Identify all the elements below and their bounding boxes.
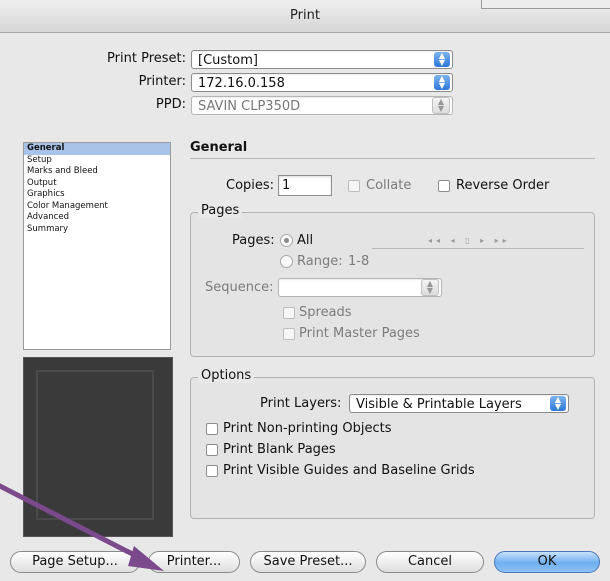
- pages-range-label: Range:: [297, 254, 343, 269]
- page-setup-button[interactable]: Page Setup...: [10, 551, 140, 573]
- category-item-output[interactable]: Output: [24, 178, 170, 190]
- print-preset-label: Print Preset:: [107, 51, 186, 66]
- print-blank-pages-checkbox[interactable]: [206, 444, 218, 456]
- print-blank-pages-label: Print Blank Pages: [223, 442, 336, 457]
- printer-button[interactable]: Printer...: [148, 551, 240, 573]
- print-preview: [23, 357, 173, 537]
- collate-checkbox: [348, 180, 360, 192]
- copies-label: Copies:: [226, 178, 275, 193]
- print-layers-popup[interactable]: Visible & Printable Layers ▲ ▼: [349, 394, 569, 413]
- print-nonprinting-checkbox[interactable]: [206, 423, 218, 435]
- printer-label: Printer:: [138, 74, 186, 89]
- collate-label: Collate: [366, 178, 412, 193]
- ppd-label: PPD:: [155, 97, 186, 112]
- options-group-label: Options: [198, 368, 255, 383]
- category-item-summary[interactable]: Summary: [24, 224, 170, 236]
- popup-arrows-icon: ▲ ▼: [434, 52, 450, 67]
- page-navigation-icon: ◂◂ ◂ ▯ ▸ ▸▸: [428, 236, 511, 245]
- pages-label: Pages:: [232, 233, 275, 248]
- cancel-button[interactable]: Cancel: [376, 551, 484, 573]
- sequence-popup: ▲ ▼: [278, 278, 442, 297]
- category-item-setup[interactable]: Setup: [24, 155, 170, 167]
- printer-value: 172.16.0.158: [198, 76, 285, 91]
- pages-all-radio[interactable]: [280, 234, 293, 247]
- pages-range-value: 1-8: [348, 254, 370, 269]
- pages-all-label: All: [297, 233, 314, 248]
- ok-button[interactable]: OK: [494, 551, 600, 573]
- print-dialog: Print Print Preset: [Custom] ▲ ▼ Printer:…: [0, 0, 610, 581]
- popup-arrows-icon: ▲ ▼: [434, 75, 450, 90]
- ppd-value: SAVIN CLP350D: [198, 99, 301, 114]
- sequence-label: Sequence:: [205, 280, 274, 295]
- reverse-order-checkbox[interactable]: [438, 180, 450, 192]
- popup-arrows-icon: ▲ ▼: [421, 279, 439, 296]
- reverse-order-label: Reverse Order: [456, 178, 550, 193]
- print-layers-label: Print Layers:: [260, 396, 342, 411]
- category-item-general[interactable]: General: [24, 143, 170, 155]
- print-preset-value: [Custom]: [198, 53, 258, 68]
- print-preset-popup[interactable]: [Custom] ▲ ▼: [191, 50, 453, 69]
- spreads-label: Spreads: [299, 305, 352, 320]
- print-guides-label: Print Visible Guides and Baseline Grids: [223, 463, 475, 478]
- spreads-checkbox: [283, 307, 295, 319]
- pages-range-radio[interactable]: [280, 255, 293, 268]
- category-item-color-management[interactable]: Color Management: [24, 201, 170, 213]
- window-edge: [481, 0, 610, 9]
- title-bar: Print: [0, 0, 610, 33]
- category-item-graphics[interactable]: Graphics: [24, 189, 170, 201]
- popup-arrows-icon: ▲ ▼: [550, 396, 566, 411]
- print-guides-checkbox[interactable]: [206, 465, 218, 477]
- popup-arrows-icon: ▲ ▼: [432, 97, 450, 114]
- printer-popup[interactable]: 172.16.0.158 ▲ ▼: [191, 73, 453, 92]
- category-item-marks-and-bleed[interactable]: Marks and Bleed: [24, 166, 170, 178]
- section-divider: [190, 158, 595, 159]
- ppd-popup: SAVIN CLP350D ▲ ▼: [191, 96, 453, 115]
- pages-divider: [372, 248, 584, 249]
- pages-group-label: Pages: [198, 203, 243, 218]
- category-item-advanced[interactable]: Advanced: [24, 212, 170, 224]
- general-section-title: General: [190, 140, 248, 155]
- preview-page-outline: [36, 370, 154, 520]
- save-preset-button[interactable]: Save Preset...: [250, 551, 366, 573]
- print-nonprinting-label: Print Non-printing Objects: [223, 421, 392, 436]
- category-list: General Setup Marks and Bleed Output Gra…: [23, 142, 171, 350]
- copies-field[interactable]: 1: [278, 175, 332, 196]
- print-layers-value: Visible & Printable Layers: [356, 397, 522, 412]
- window-title: Print: [290, 8, 320, 23]
- print-master-pages-checkbox: [283, 328, 295, 340]
- print-master-pages-label: Print Master Pages: [299, 326, 420, 341]
